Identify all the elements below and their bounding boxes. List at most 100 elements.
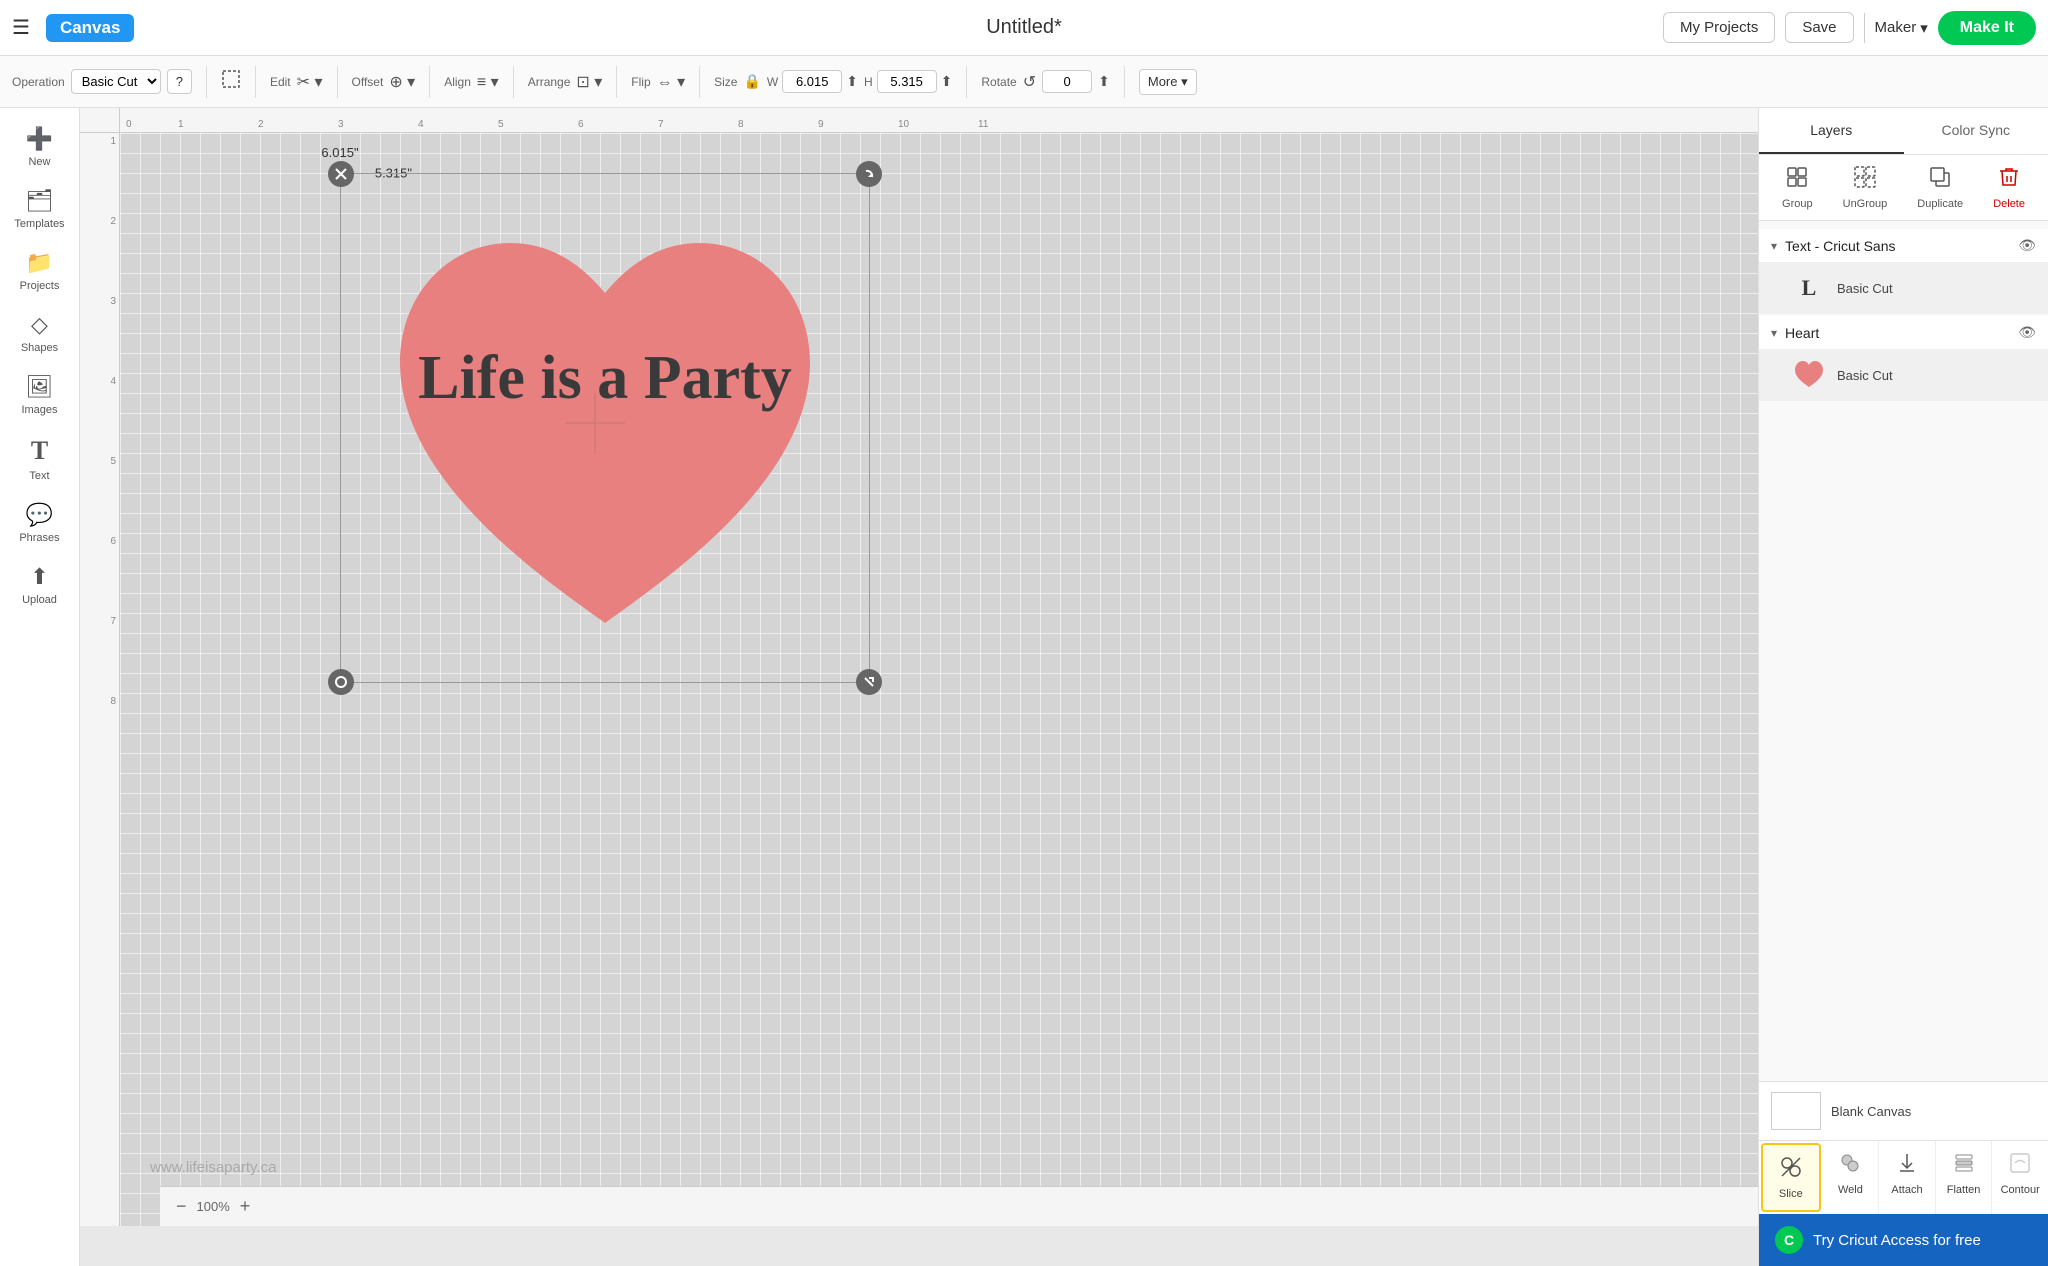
- handle-bottom-left[interactable]: [328, 669, 354, 695]
- maker-label: Maker: [1875, 19, 1917, 36]
- width-group: W ⬆: [767, 70, 858, 93]
- sidebar-item-images[interactable]: 🖼 Images: [4, 366, 76, 424]
- width-dimension-label: 6.015": [321, 145, 358, 160]
- my-projects-button[interactable]: My Projects: [1663, 12, 1775, 43]
- group-icon: [1785, 165, 1809, 195]
- flip-label: Flip: [631, 75, 650, 89]
- hamburger-icon[interactable]: ☰: [12, 15, 30, 40]
- make-it-button[interactable]: Make It: [1938, 11, 2036, 45]
- handle-top-right[interactable]: [856, 161, 882, 187]
- new-icon: ➕: [26, 126, 53, 152]
- contour-label: Contour: [2001, 1184, 2040, 1196]
- layers-list: ▾ Text - Cricut Sans 👁 L Basic Cut ▾ Hea…: [1759, 221, 2048, 1081]
- canvas-container[interactable]: 0 1 2 3 4 5 6 7 8 9 10 11 1 2 3 4 5 6 7 …: [80, 108, 1758, 1266]
- rotate-input[interactable]: [1042, 70, 1092, 93]
- offset-button[interactable]: ⊕ ▾: [389, 72, 415, 92]
- ruler-v-4: 4: [110, 377, 116, 457]
- blank-canvas-panel: Blank Canvas: [1759, 1081, 2048, 1140]
- eye-icon-text[interactable]: 👁: [2018, 237, 2036, 254]
- sidebar-item-text[interactable]: T Text: [4, 428, 76, 490]
- group-action[interactable]: Group: [1782, 165, 1813, 210]
- sidebar-item-upload[interactable]: ⬆ Upload: [4, 556, 76, 614]
- delete-icon: [1997, 165, 2021, 195]
- layer-group-heart: ▾ Heart 👁 Basic Cut: [1759, 316, 2048, 401]
- chevron-down-icon: ▾: [1920, 19, 1928, 37]
- flip-button[interactable]: ⇔ ▾: [657, 72, 685, 92]
- ruler-v-3: 3: [110, 297, 116, 377]
- align-button[interactable]: ≡ ▾: [477, 72, 499, 92]
- height-stepper[interactable]: ⬆: [941, 73, 953, 90]
- duplicate-action[interactable]: Duplicate: [1917, 165, 1963, 210]
- text-icon: T: [31, 436, 48, 466]
- ruler-h-9: 9: [812, 119, 892, 130]
- sidebar-item-label-projects: Projects: [20, 280, 60, 292]
- panel-tabs: Layers Color Sync: [1759, 108, 2048, 155]
- width-stepper[interactable]: ⬆: [846, 73, 858, 90]
- eye-icon-heart[interactable]: 👁: [2018, 324, 2036, 341]
- sidebar-item-label-upload: Upload: [22, 594, 57, 606]
- ruler-h-2: 2: [252, 119, 332, 130]
- layer-item-text-basic-cut[interactable]: L Basic Cut: [1759, 262, 2048, 314]
- layer-group-heart-header[interactable]: ▾ Heart 👁: [1759, 316, 2048, 349]
- edit-button[interactable]: ✂ ▾: [297, 72, 323, 92]
- ruler-v-1: 1: [110, 137, 116, 217]
- sidebar-item-projects[interactable]: 📁 Projects: [4, 242, 76, 300]
- tab-color-sync[interactable]: Color Sync: [1904, 108, 2048, 154]
- flatten-icon: [1952, 1151, 1976, 1181]
- attach-action[interactable]: Attach: [1879, 1141, 1936, 1214]
- maker-dropdown[interactable]: Maker ▾: [1875, 19, 1928, 37]
- slice-action[interactable]: Slice: [1761, 1143, 1821, 1212]
- more-button[interactable]: More ▾: [1139, 69, 1197, 95]
- handle-bottom-right[interactable]: [856, 669, 882, 695]
- layer-group-text-name: Text - Cricut Sans: [1785, 238, 2010, 254]
- sep6: [616, 66, 617, 98]
- width-label: W: [767, 75, 778, 89]
- title-input[interactable]: [892, 16, 1157, 39]
- handle-top-left[interactable]: [328, 161, 354, 187]
- panel-actions: Group UnGroup Duplicate Delete: [1759, 155, 2048, 221]
- weld-icon: [1838, 1151, 1862, 1181]
- sidebar-item-phrases[interactable]: 💬 Phrases: [4, 494, 76, 552]
- ungroup-action[interactable]: UnGroup: [1843, 165, 1888, 210]
- sep9: [1124, 66, 1125, 98]
- width-input[interactable]: [782, 70, 842, 93]
- layer-item-heart-info: Basic Cut: [1837, 368, 2036, 383]
- zoom-in-button[interactable]: +: [240, 1196, 251, 1217]
- ungroup-label: UnGroup: [1843, 198, 1888, 210]
- deselect-group: [221, 69, 241, 94]
- cricut-icon: C: [1775, 1226, 1803, 1254]
- cricut-access-banner[interactable]: C Try Cricut Access for free: [1759, 1214, 2048, 1266]
- contour-action[interactable]: Contour: [1992, 1141, 2048, 1214]
- sidebar-item-shapes[interactable]: ◇ Shapes: [4, 304, 76, 362]
- save-button[interactable]: Save: [1785, 12, 1853, 43]
- sep7: [699, 66, 700, 98]
- sidebar-item-templates[interactable]: 🗂 Templates: [4, 180, 76, 238]
- height-input[interactable]: [877, 70, 937, 93]
- selection-box[interactable]: [340, 173, 870, 683]
- delete-action[interactable]: Delete: [1993, 165, 2025, 210]
- deselect-button[interactable]: [221, 69, 241, 94]
- ruler-h-5: 5: [492, 119, 572, 130]
- ungroup-icon: [1853, 165, 1877, 195]
- toolbar: Operation Basic Cut ? Edit ✂ ▾ Offset ⊕ …: [0, 56, 2048, 108]
- rotate-stepper[interactable]: ⬆: [1098, 73, 1110, 90]
- watermark-text: www.lifeisaparty.ca: [150, 1159, 276, 1176]
- bottom-actions: Slice Weld Attach Flatten: [1759, 1140, 2048, 1214]
- sep4: [429, 66, 430, 98]
- rotate-reset-button[interactable]: ↺: [1023, 72, 1036, 92]
- sidebar-item-new[interactable]: ➕ New: [4, 118, 76, 176]
- tab-layers[interactable]: Layers: [1759, 108, 1904, 154]
- operation-help-button[interactable]: ?: [167, 69, 192, 94]
- top-bar: ☰ Canvas My Projects Save Maker ▾ Make I…: [0, 0, 2048, 56]
- canvas-work-area[interactable]: 6.015" 5.315" Life is a Party: [120, 133, 1758, 1226]
- operation-select[interactable]: Basic Cut: [71, 69, 161, 94]
- layer-item-heart-basic-cut[interactable]: Basic Cut: [1759, 349, 2048, 401]
- weld-action[interactable]: Weld: [1823, 1141, 1880, 1214]
- sidebar-item-label-new: New: [28, 156, 50, 168]
- arrange-button[interactable]: ⊡ ▾: [576, 72, 602, 92]
- zoom-out-button[interactable]: −: [176, 1196, 187, 1217]
- operation-group: Operation Basic Cut ?: [12, 69, 192, 94]
- layer-group-text-header[interactable]: ▾ Text - Cricut Sans 👁: [1759, 229, 2048, 262]
- flatten-action[interactable]: Flatten: [1936, 1141, 1993, 1214]
- slice-icon: [1779, 1155, 1803, 1185]
